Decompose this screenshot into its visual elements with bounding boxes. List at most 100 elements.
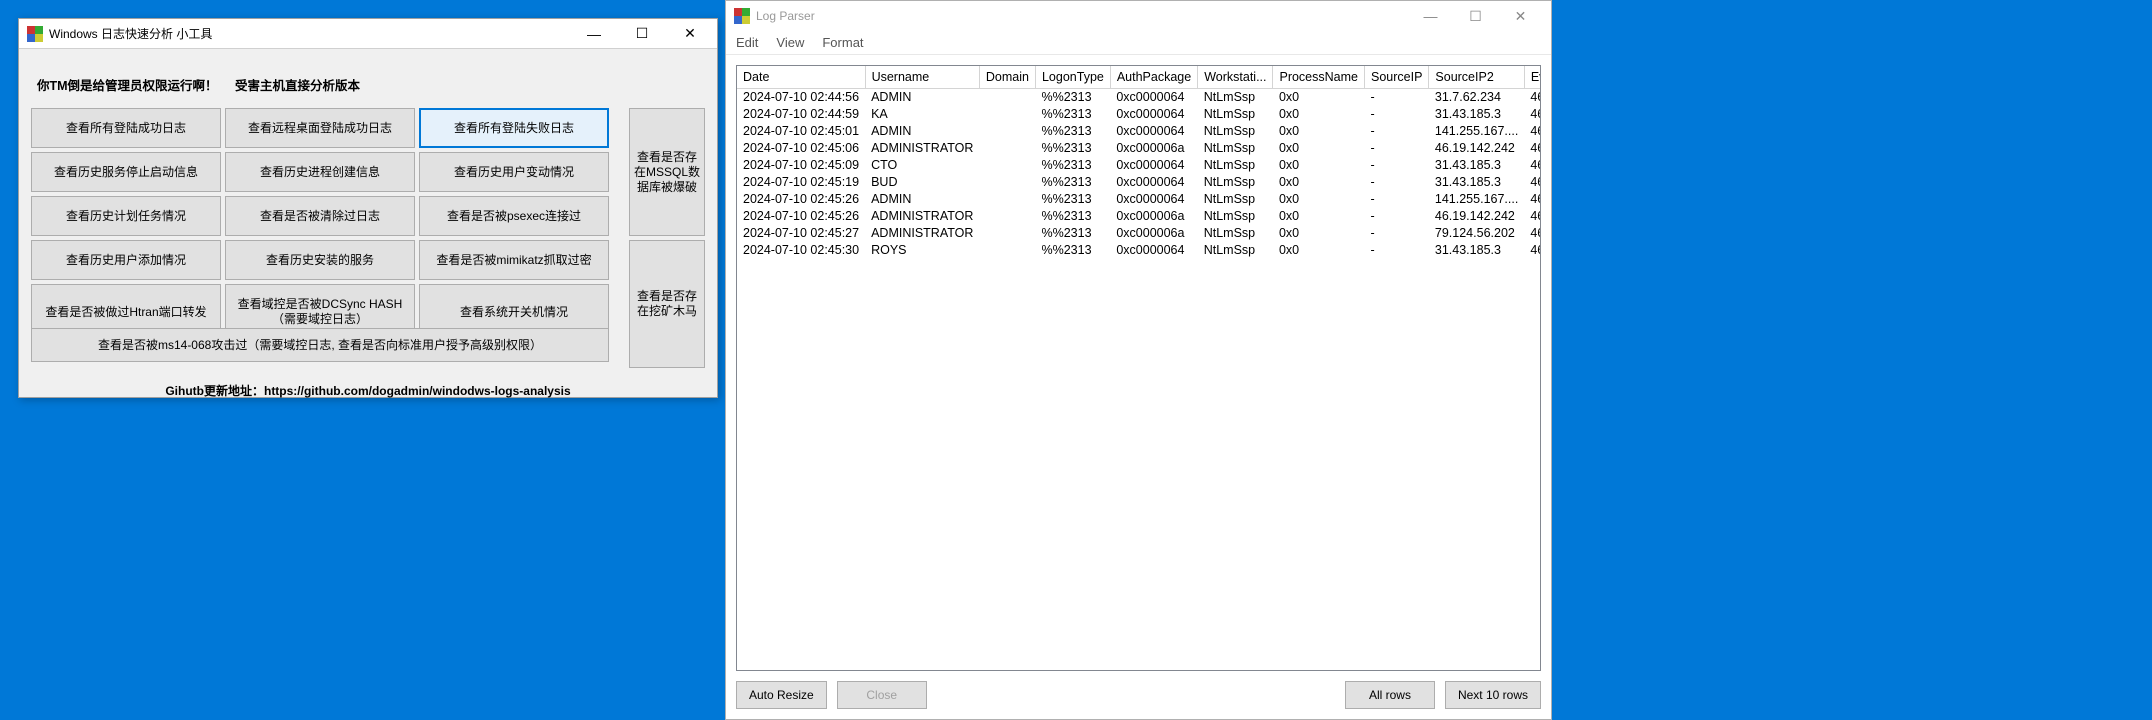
column-header[interactable]: AuthPackage <box>1110 66 1197 88</box>
titlebar[interactable]: Log Parser — ☐ ✕ <box>726 1 1551 31</box>
table-cell: 0x0 <box>1273 224 1365 241</box>
table-cell: ADMINISTRATOR <box>865 207 979 224</box>
column-header[interactable]: LogonType <box>1035 66 1110 88</box>
btn-scheduled-tasks[interactable]: 查看历史计划任务情况 <box>31 196 221 236</box>
menu-view[interactable]: View <box>776 35 804 50</box>
subtitle-part2: 受害主机直接分析版本 <box>235 79 360 93</box>
btn-rdp-login-success[interactable]: 查看远程桌面登陆成功日志 <box>225 108 415 148</box>
table-cell: ADMIN <box>865 122 979 139</box>
btn-user-add[interactable]: 查看历史用户添加情况 <box>31 240 221 280</box>
btn-mimikatz[interactable]: 查看是否被mimikatz抓取过密 <box>419 240 609 280</box>
btn-login-success[interactable]: 查看所有登陆成功日志 <box>31 108 221 148</box>
table-cell: 2024-07-10 02:44:56 <box>737 88 865 105</box>
table-row[interactable]: 2024-07-10 02:45:26ADMIN%%23130xc0000064… <box>737 190 1541 207</box>
table-cell: NtLmSsp <box>1198 190 1273 207</box>
table-cell: ROYS <box>865 241 979 258</box>
btn-ms14-068[interactable]: 查看是否被ms14-068攻击过（需要域控日志, 查看是否向标准用户授予高级别权… <box>31 328 609 362</box>
table-cell: NtLmSsp <box>1198 105 1273 122</box>
table-row[interactable]: 2024-07-10 02:45:26ADMINISTRATOR%%23130x… <box>737 207 1541 224</box>
window-title: Windows 日志快速分析 小工具 <box>49 25 579 42</box>
subtitle: 你TM倒是给管理员权限运行啊！ 受害主机直接分析版本 <box>31 59 705 108</box>
table-cell: BUD <box>865 173 979 190</box>
table-cell: %%2313 <box>1035 241 1110 258</box>
table-cell: 0x0 <box>1273 207 1365 224</box>
minimize-button[interactable]: — <box>1408 2 1453 30</box>
table-cell: 0x0 <box>1273 156 1365 173</box>
next-10-rows-button[interactable]: Next 10 rows <box>1445 681 1541 709</box>
table-cell: - <box>1364 88 1428 105</box>
close-list-button[interactable]: Close <box>837 681 927 709</box>
btn-mssql-brute[interactable]: 查看是否存在MSSQL数据库被爆破 <box>629 108 705 236</box>
column-header[interactable]: Domain <box>979 66 1035 88</box>
table-cell: ADMINISTRATOR <box>865 139 979 156</box>
minimize-button[interactable]: — <box>579 24 609 44</box>
table-cell: NtLmSsp <box>1198 156 1273 173</box>
titlebar[interactable]: Windows 日志快速分析 小工具 — ☐ ✕ <box>19 19 717 49</box>
table-row[interactable]: 2024-07-10 02:45:06ADMINISTRATOR%%23130x… <box>737 139 1541 156</box>
table-cell: 0x0 <box>1273 122 1365 139</box>
close-button[interactable]: ✕ <box>675 24 705 44</box>
table-row[interactable]: 2024-07-10 02:45:27ADMINISTRATOR%%23130x… <box>737 224 1541 241</box>
table-cell: 4625 <box>1524 139 1541 156</box>
btn-mining-trojan[interactable]: 查看是否存在挖矿木马 <box>629 240 705 368</box>
table-cell: NtLmSsp <box>1198 224 1273 241</box>
log-table-container[interactable]: DateUsernameDomainLogonTypeAuthPackageWo… <box>736 65 1541 671</box>
table-cell: 0xc0000064 <box>1110 190 1197 207</box>
btn-log-cleared[interactable]: 查看是否被清除过日志 <box>225 196 415 236</box>
btn-user-changes[interactable]: 查看历史用户变动情况 <box>419 152 609 192</box>
table-cell: 4625 <box>1524 122 1541 139</box>
table-cell: 0x0 <box>1273 88 1365 105</box>
column-header[interactable]: EventID <box>1524 66 1541 88</box>
table-cell: 31.43.185.3 <box>1429 173 1524 190</box>
table-cell: 4625 <box>1524 224 1541 241</box>
table-cell: %%2313 <box>1035 139 1110 156</box>
menu-format[interactable]: Format <box>822 35 863 50</box>
column-header[interactable]: Date <box>737 66 865 88</box>
table-row[interactable]: 2024-07-10 02:45:30ROYS%%23130xc0000064N… <box>737 241 1541 258</box>
table-row[interactable]: 2024-07-10 02:45:01ADMIN%%23130xc0000064… <box>737 122 1541 139</box>
auto-resize-button[interactable]: Auto Resize <box>736 681 827 709</box>
maximize-button[interactable]: ☐ <box>1453 2 1498 30</box>
log-parser-window: Log Parser — ☐ ✕ Edit View Format DateUs… <box>725 0 1552 720</box>
maximize-button[interactable]: ☐ <box>627 24 657 44</box>
table-row[interactable]: 2024-07-10 02:44:59KA%%23130xc0000064NtL… <box>737 105 1541 122</box>
all-rows-button[interactable]: All rows <box>1345 681 1435 709</box>
table-cell: CTO <box>865 156 979 173</box>
table-cell: %%2313 <box>1035 207 1110 224</box>
table-cell: NtLmSsp <box>1198 241 1273 258</box>
table-cell: %%2313 <box>1035 105 1110 122</box>
table-cell <box>979 156 1035 173</box>
column-header[interactable]: Workstati... <box>1198 66 1273 88</box>
btn-process-create[interactable]: 查看历史进程创建信息 <box>225 152 415 192</box>
table-row[interactable]: 2024-07-10 02:45:09CTO%%23130xc0000064Nt… <box>737 156 1541 173</box>
table-cell: 0xc0000064 <box>1110 173 1197 190</box>
btn-psexec[interactable]: 查看是否被psexec连接过 <box>419 196 609 236</box>
table-row[interactable]: 2024-07-10 02:45:19BUD%%23130xc0000064Nt… <box>737 173 1541 190</box>
table-cell: 141.255.167.... <box>1429 190 1524 207</box>
table-cell: NtLmSsp <box>1198 139 1273 156</box>
column-header[interactable]: ProcessName <box>1273 66 1365 88</box>
menu-edit[interactable]: Edit <box>736 35 758 50</box>
btn-login-fail[interactable]: 查看所有登陆失败日志 <box>419 108 609 148</box>
table-cell <box>979 88 1035 105</box>
app-icon <box>734 8 750 24</box>
column-header[interactable]: SourceIP <box>1364 66 1428 88</box>
column-header[interactable]: Username <box>865 66 979 88</box>
column-header[interactable]: SourceIP2 <box>1429 66 1524 88</box>
table-cell: 4625 <box>1524 105 1541 122</box>
btn-service-startstop[interactable]: 查看历史服务停止启动信息 <box>31 152 221 192</box>
table-cell: - <box>1364 156 1428 173</box>
table-cell: ADMIN <box>865 190 979 207</box>
table-cell: %%2313 <box>1035 122 1110 139</box>
table-cell: 0x0 <box>1273 173 1365 190</box>
table-cell: 141.255.167.... <box>1429 122 1524 139</box>
btn-installed-services[interactable]: 查看历史安装的服务 <box>225 240 415 280</box>
table-cell: NtLmSsp <box>1198 173 1273 190</box>
table-cell: 2024-07-10 02:44:59 <box>737 105 865 122</box>
table-cell <box>979 207 1035 224</box>
close-button[interactable]: ✕ <box>1498 2 1543 30</box>
github-url[interactable]: https://github.com/dogadmin/windodws-log… <box>264 384 571 398</box>
table-cell: 4625 <box>1524 88 1541 105</box>
table-row[interactable]: 2024-07-10 02:44:56ADMIN%%23130xc0000064… <box>737 88 1541 105</box>
table-cell: 31.43.185.3 <box>1429 156 1524 173</box>
